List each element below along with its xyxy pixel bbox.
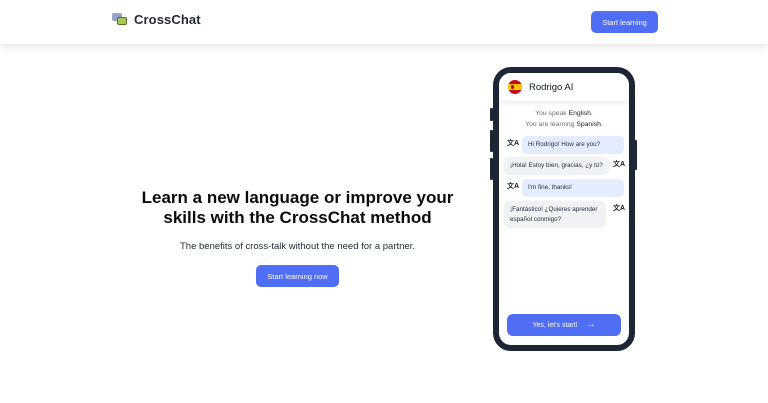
arrow-right-icon: → xyxy=(585,319,596,330)
hero-section: Learn a new language or improve your ski… xyxy=(120,188,475,287)
hero-title-line-1: Learn a new language or improve your xyxy=(141,188,454,207)
translate-icon[interactable]: 文A xyxy=(507,140,519,147)
translate-icon[interactable]: 文A xyxy=(507,183,519,190)
crosschat-logo-icon xyxy=(112,13,127,26)
ai-name: Rodrigo AI xyxy=(529,81,574,93)
spain-flag-icon xyxy=(508,80,522,94)
top-navbar: CrossChat Start learning xyxy=(0,0,768,44)
chat-header: Rodrigo AI xyxy=(499,73,629,102)
translate-icon[interactable]: 文A xyxy=(613,205,625,212)
hero-title-line-2: skills with the CrossChat method xyxy=(163,208,432,227)
start-learning-button[interactable]: Start learning xyxy=(591,11,658,33)
language-info: You speak English. You are learning Span… xyxy=(499,108,629,130)
start-learning-now-button[interactable]: Start learning now xyxy=(256,265,339,287)
brand-name: CrossChat xyxy=(134,12,201,27)
speak-language: English xyxy=(568,110,591,117)
translate-icon[interactable]: 文A xyxy=(613,161,625,168)
phone-mockup: Rodrigo AI You speak English. You are le… xyxy=(493,67,635,351)
learn-line: You are learning Spanish. xyxy=(525,121,603,128)
chat-message-user: Hi Rodrigo! How are you? xyxy=(522,136,624,154)
chat-message-ai: ¡Hola! Estoy bien, gracias, ¿y tú? xyxy=(504,157,609,175)
chat-message-user: I'm fine, thanks! xyxy=(522,179,624,197)
hero-subtitle: The benefits of cross-talk without the n… xyxy=(180,241,415,252)
hero-title: Learn a new language or improve your ski… xyxy=(120,188,475,228)
start-chat-button[interactable]: Yes, let's start! → xyxy=(507,314,621,336)
learn-language: Spanish xyxy=(576,121,601,128)
start-chat-label: Yes, let's start! xyxy=(532,321,578,329)
brand[interactable]: CrossChat xyxy=(112,12,201,27)
chat-message-ai: ¡Fantástico! ¿Quieres aprender español c… xyxy=(504,201,606,228)
speak-line: You speak English. xyxy=(535,110,593,117)
